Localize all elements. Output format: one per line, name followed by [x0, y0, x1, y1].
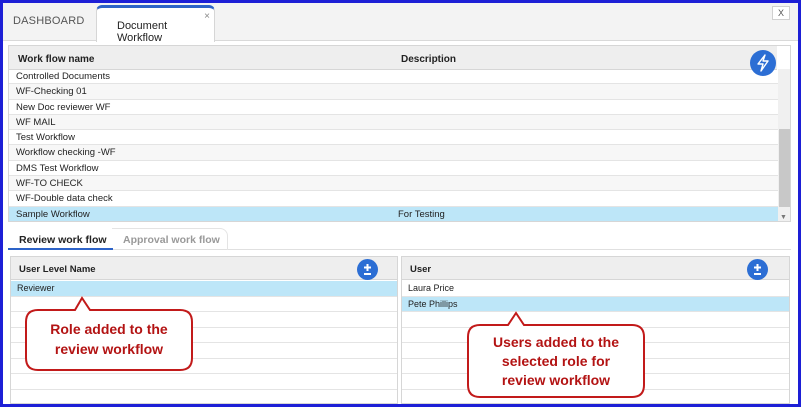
user-level-header: User Level Name — [11, 257, 397, 280]
workflow-name-cell: WF MAIL — [16, 116, 56, 128]
table-row[interactable]: WF-TO CHECK — [9, 176, 778, 192]
list-item-label: Laura Price — [408, 283, 455, 293]
workflow-rows: Controlled Documents WF-Checking 01 New Do… — [9, 69, 778, 221]
list-item[interactable]: Laura Price — [402, 281, 789, 297]
workflow-name-cell: New Doc reviewer WF — [16, 101, 111, 113]
table-row[interactable]: WF MAIL — [9, 114, 778, 131]
lightning-bolt-glyph — [757, 54, 769, 72]
add-role-button[interactable] — [357, 259, 378, 280]
plus-minus-icon — [754, 264, 761, 275]
table-row[interactable]: Controlled Documents — [9, 69, 778, 85]
workflow-name-cell: WF-TO CHECK — [16, 178, 83, 190]
workflow-name-cell: Sample Workflow — [16, 208, 90, 220]
workflow-name-cell: WF-Double data check — [16, 193, 113, 205]
column-header-name[interactable]: Work flow name — [18, 54, 95, 65]
user-level-header-label: User Level Name — [19, 264, 96, 275]
empty-row — [11, 374, 397, 390]
scrollbar-thumb[interactable] — [779, 129, 790, 207]
role-callout-text: Role added to the review workflow — [26, 319, 192, 359]
workflow-name-cell: Test Workflow — [16, 132, 75, 144]
window-close-button[interactable]: X — [772, 6, 790, 20]
table-row[interactable]: WF-Checking 01 — [9, 84, 778, 100]
users-callout-text: Users added to the selected role for rev… — [468, 333, 644, 390]
workflow-table-header: Work flow name Description — [9, 46, 777, 70]
tab-approval-label: Approval work flow — [123, 234, 220, 246]
table-row[interactable]: WF-Double data check — [9, 191, 778, 207]
table-row[interactable]: Sample Workflow For Testing — [9, 206, 778, 221]
workflow-name-cell: DMS Test Workflow — [16, 162, 99, 174]
list-item-label: Reviewer — [17, 283, 55, 293]
tab-document-workflow[interactable]: Document Workflow × — [96, 5, 215, 44]
workflow-scrollbar[interactable]: ▼ — [778, 69, 790, 221]
plus-minus-icon — [364, 264, 371, 275]
tab-review-label: Review work flow — [19, 234, 107, 246]
table-row[interactable]: DMS Test Workflow — [9, 161, 778, 177]
workflow-table: Work flow name Description Controlled Do… — [8, 45, 791, 222]
tab-review-work-flow[interactable]: Review work flow — [8, 228, 113, 250]
tab-document-workflow-label: Document Workflow — [117, 20, 168, 44]
table-row[interactable]: New Doc reviewer WF — [9, 100, 778, 115]
top-tab-bar: DASHBOARD Document Workflow × X — [3, 3, 798, 44]
scroll-down-arrow-icon[interactable]: ▼ — [780, 214, 787, 221]
tab-close-icon[interactable]: × — [204, 11, 210, 22]
table-row[interactable]: Test Workflow — [9, 130, 778, 146]
list-item[interactable]: Pete Phillips — [402, 296, 789, 312]
tab-approval-work-flow[interactable]: Approval work flow — [112, 228, 228, 250]
user-header: User — [402, 257, 789, 280]
workflow-name-cell: Workflow checking -WF — [16, 147, 116, 159]
lightning-bolt-icon[interactable] — [750, 50, 776, 76]
add-user-button[interactable] — [747, 259, 768, 280]
column-header-description[interactable]: Description — [401, 54, 456, 65]
role-callout-line: Role added to the — [50, 321, 168, 337]
users-callout-line: review workflow — [501, 372, 611, 388]
workflow-description-cell: For Testing — [398, 208, 445, 220]
workflow-subtabs: Review work flow Approval work flow — [8, 228, 791, 250]
empty-row — [11, 390, 397, 404]
role-callout-line: review workflow — [54, 341, 164, 357]
users-callout-line: selected role for — [501, 353, 611, 369]
user-header-label: User — [410, 264, 432, 275]
list-item[interactable]: Reviewer — [11, 281, 397, 297]
users-callout-line: Users added to the — [492, 334, 620, 350]
workflow-name-cell: Controlled Documents — [16, 71, 110, 82]
tab-dashboard[interactable]: DASHBOARD — [13, 15, 84, 27]
workflow-name-cell: WF-Checking 01 — [16, 86, 87, 98]
list-item-label: Pete Phillips — [408, 298, 458, 309]
table-row[interactable]: Workflow checking -WF — [9, 145, 778, 161]
